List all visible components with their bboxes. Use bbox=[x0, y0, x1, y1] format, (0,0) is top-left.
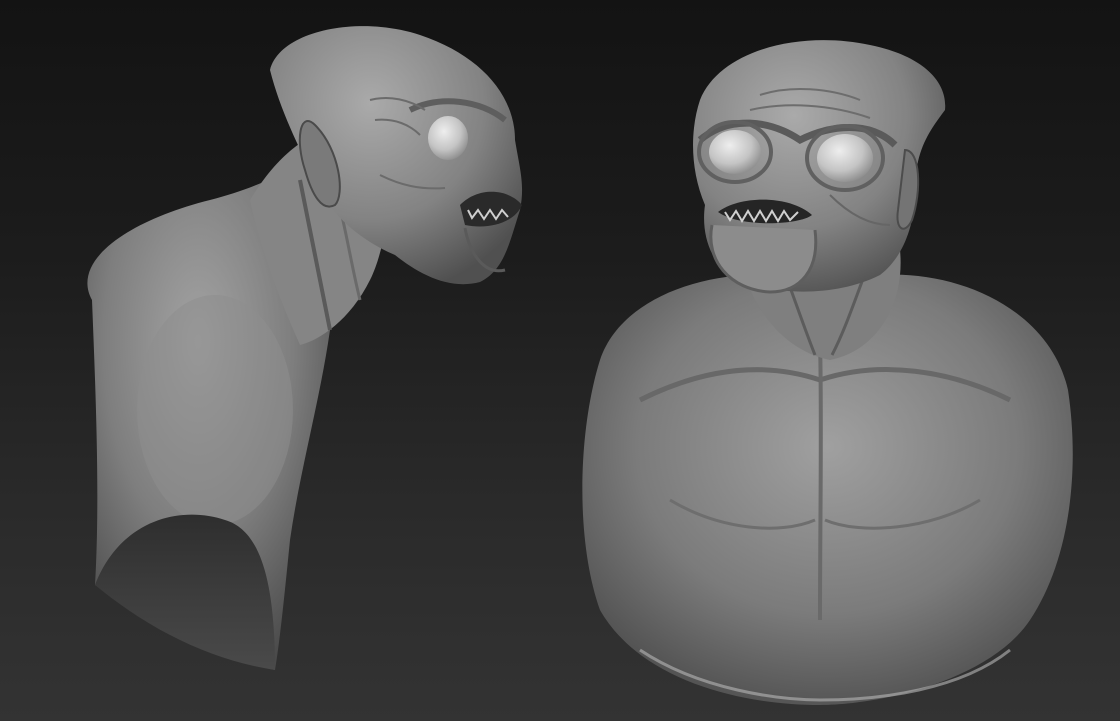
front-sternum bbox=[818, 339, 823, 621]
front-eye-left bbox=[709, 130, 761, 174]
sculpt-viewport bbox=[0, 0, 1120, 721]
side-eye bbox=[428, 116, 468, 160]
side-chest bbox=[137, 295, 293, 525]
side-view-sculpt bbox=[87, 26, 523, 670]
front-eye-right bbox=[817, 134, 873, 182]
sculpt-render-scene bbox=[87, 26, 1073, 705]
front-view-sculpt bbox=[582, 40, 1073, 705]
